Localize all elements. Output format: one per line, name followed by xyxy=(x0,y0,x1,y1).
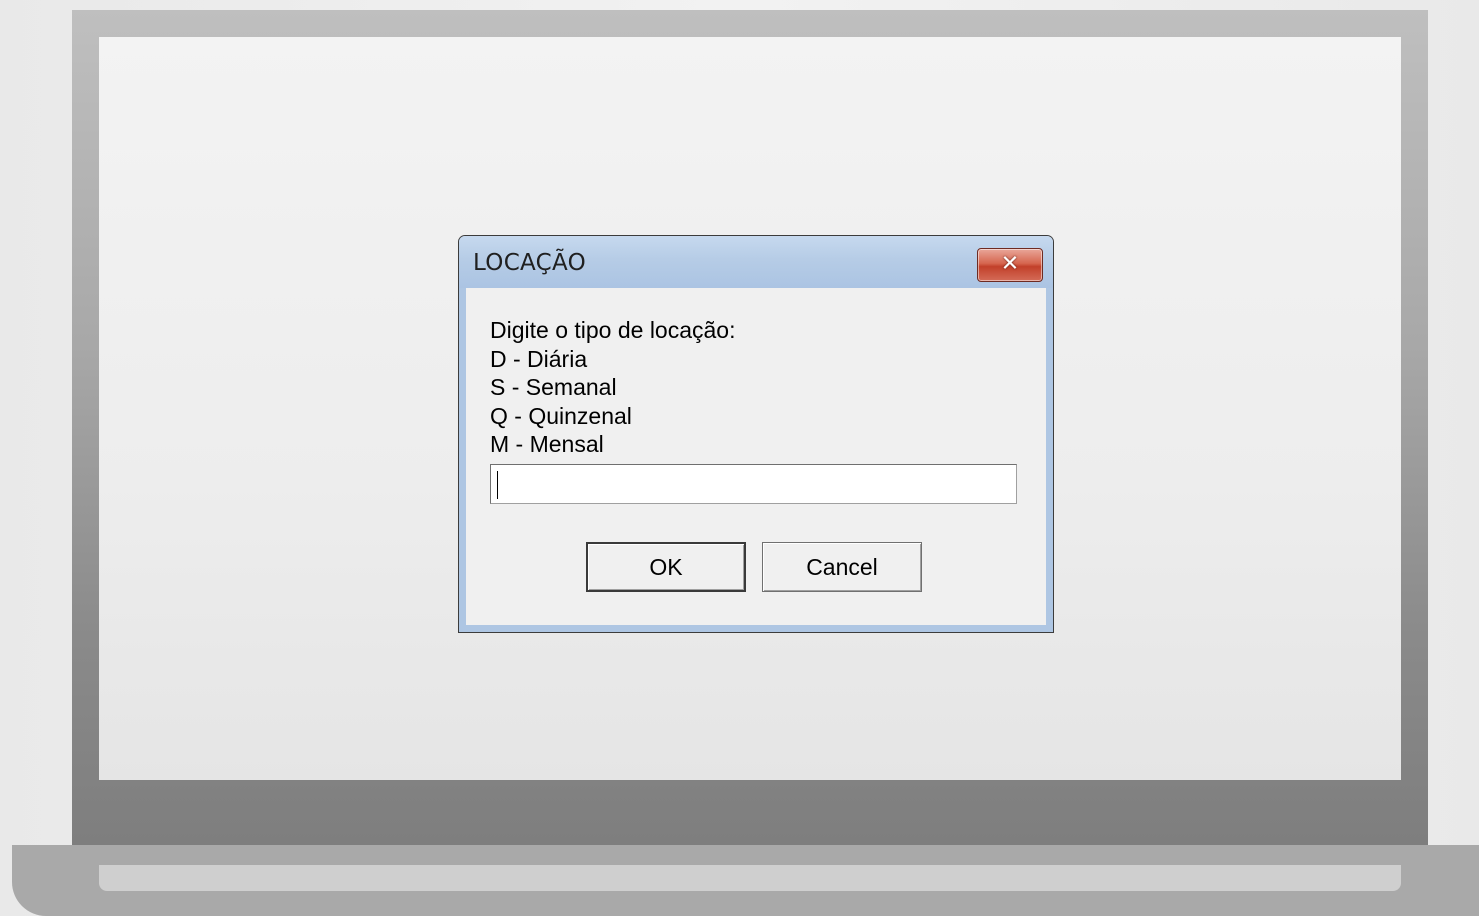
prompt-text: Digite o tipo de locação: D - Diária S -… xyxy=(490,316,736,459)
text-caret xyxy=(497,471,498,499)
dialog-title: LOCAÇÃO xyxy=(473,250,587,276)
location-type-input[interactable] xyxy=(490,464,1017,504)
window-frame-right xyxy=(1046,288,1053,632)
laptop-base-groove xyxy=(99,865,1401,891)
prompt-line: Q - Quinzenal xyxy=(490,402,632,429)
ok-button[interactable]: OK xyxy=(586,542,746,592)
window-frame-left xyxy=(459,288,466,632)
laptop-base xyxy=(12,845,1479,916)
laptop-screen: LOCAÇÃO ✕ Digite o tipo de locação: D - … xyxy=(99,37,1401,780)
input-dialog: LOCAÇÃO ✕ Digite o tipo de locação: D - … xyxy=(458,235,1054,633)
prompt-line: S - Semanal xyxy=(490,374,617,400)
cancel-button[interactable]: Cancel xyxy=(762,542,922,592)
close-button[interactable]: ✕ xyxy=(977,248,1043,282)
dialog-body: Digite o tipo de locação: D - Diária S -… xyxy=(466,288,1046,625)
close-icon: ✕ xyxy=(1000,251,1020,277)
stage: LOCAÇÃO ✕ Digite o tipo de locação: D - … xyxy=(0,0,1479,916)
prompt-line: D - Diária xyxy=(490,345,588,372)
dialog-titlebar[interactable]: LOCAÇÃO ✕ xyxy=(459,236,1053,288)
laptop-lid: LOCAÇÃO ✕ Digite o tipo de locação: D - … xyxy=(72,10,1428,846)
window-frame-bottom xyxy=(459,625,1053,632)
prompt-line: Digite o tipo de locação: xyxy=(490,317,736,343)
prompt-line: M - Mensal xyxy=(490,431,604,457)
